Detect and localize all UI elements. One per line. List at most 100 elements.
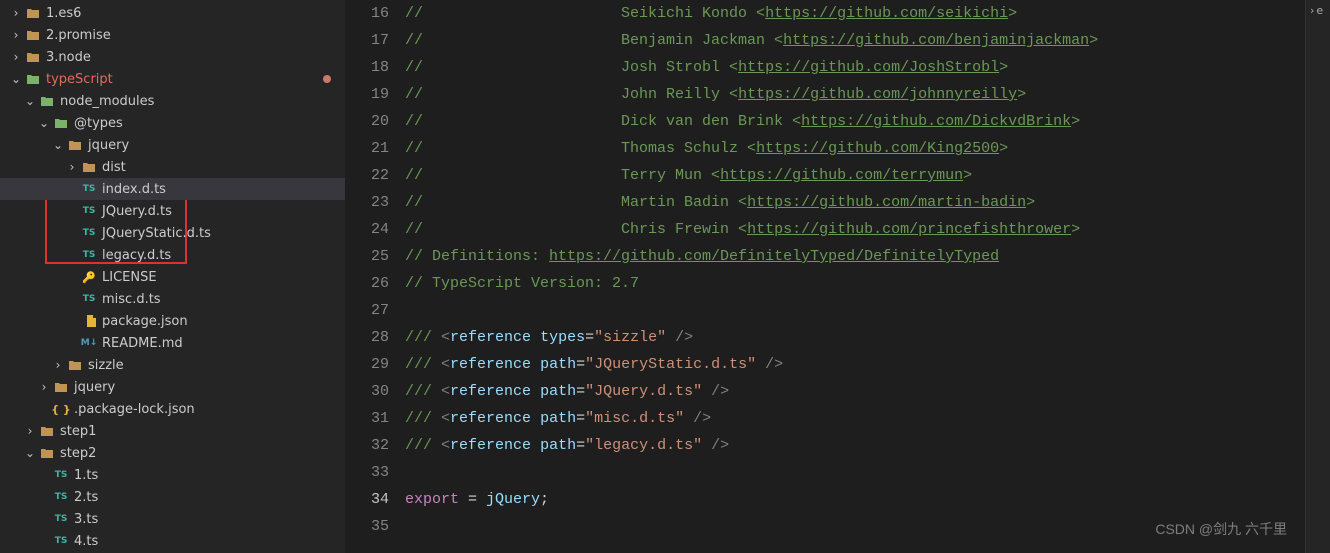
file-explorer[interactable]: › 1.es6 › 2.promise › 3.node ⌄ typeScript ⌄ node_…: [0, 0, 345, 553]
folder-icon: [52, 117, 70, 129]
code-line[interactable]: /// <reference path="JQueryStatic.d.ts" …: [405, 351, 1305, 378]
breadcrumb-text: e: [1316, 4, 1323, 17]
tree-item-2-ts[interactable]: ›TS2.ts: [0, 486, 345, 508]
code-line[interactable]: /// <reference path="JQuery.d.ts" />: [405, 378, 1305, 405]
chevron-right-icon: ›: [1310, 4, 1314, 17]
code-editor[interactable]: 1617181920212223242526272829303132333435…: [345, 0, 1305, 553]
json-icon: [80, 315, 98, 327]
tree-item-label: README.md: [102, 336, 183, 351]
tree-item-license[interactable]: ›🔑LICENSE: [0, 266, 345, 288]
line-gutter: 1617181920212223242526272829303132333435: [345, 0, 405, 553]
tree-item-label: .package-lock.json: [74, 402, 195, 417]
code-line[interactable]: // Dick van den Brink <https://github.co…: [405, 108, 1305, 135]
ts-icon: TS: [80, 206, 98, 216]
chevron-down-icon[interactable]: ⌄: [8, 72, 24, 86]
tree-item-label: 1.es6: [46, 6, 81, 21]
folder-icon: [24, 7, 42, 19]
tree-item-dist[interactable]: ›dist: [0, 156, 345, 178]
code-line[interactable]: // Definitions: https://github.com/Defin…: [405, 243, 1305, 270]
code-line[interactable]: /// <reference path="misc.d.ts" />: [405, 405, 1305, 432]
tree-item--types[interactable]: ⌄ @types: [0, 112, 345, 134]
chevron-down-icon[interactable]: ⌄: [22, 94, 38, 108]
code-line[interactable]: // John Reilly <https://github.com/johnn…: [405, 81, 1305, 108]
tree-item-step2[interactable]: ⌄step2: [0, 442, 345, 464]
chevron-right-icon[interactable]: ›: [8, 50, 24, 64]
tree-item-label: jquery: [88, 138, 129, 153]
modified-dot-icon: [323, 75, 331, 83]
code-line[interactable]: // Thomas Schulz <https://github.com/Kin…: [405, 135, 1305, 162]
tree-item-step1[interactable]: › step1: [0, 420, 345, 442]
folder-icon: [38, 425, 56, 437]
code-line[interactable]: // Seikichi Kondo <https://github.com/se…: [405, 0, 1305, 27]
key-icon: 🔑: [80, 271, 98, 284]
tree-item-2-promise[interactable]: › 2.promise: [0, 24, 345, 46]
tree-item-label: JQuery.d.ts: [102, 204, 172, 219]
{ }-icon: { }: [52, 403, 70, 416]
tree-item-legacy-d-ts[interactable]: ›TSlegacy.d.ts: [0, 244, 345, 266]
code-line[interactable]: /// <reference types="sizzle" />: [405, 324, 1305, 351]
code-line[interactable]: // TypeScript Version: 2.7: [405, 270, 1305, 297]
chevron-right-icon[interactable]: ›: [22, 424, 38, 438]
m↓-icon: M↓: [80, 338, 98, 348]
chevron-down-icon[interactable]: ⌄: [22, 446, 38, 460]
chevron-right-icon[interactable]: ›: [50, 358, 66, 372]
code-line[interactable]: /// <reference path="legacy.d.ts" />: [405, 432, 1305, 459]
folder-icon: [38, 447, 56, 459]
tree-item-label: @types: [74, 116, 123, 131]
code-line[interactable]: [405, 297, 1305, 324]
ts-icon: TS: [52, 470, 70, 480]
tree-item-label: 2.promise: [46, 28, 111, 43]
chevron-right-icon[interactable]: ›: [64, 160, 80, 174]
tree-item-3-ts[interactable]: ›TS3.ts: [0, 508, 345, 530]
watermark: CSDN @剑九 六千里: [1155, 516, 1287, 543]
folder-icon: [52, 381, 70, 393]
code-line[interactable]: // Josh Strobl <https://github.com/JoshS…: [405, 54, 1305, 81]
code-line[interactable]: // Benjamin Jackman <https://github.com/…: [405, 27, 1305, 54]
folder-icon: [24, 29, 42, 41]
folder-icon: [24, 51, 42, 63]
tree-item-1-ts[interactable]: ›TS1.ts: [0, 464, 345, 486]
tree-item-label: 3.node: [46, 50, 91, 65]
folder-icon: [66, 139, 84, 151]
tree-item-index-d-ts[interactable]: ›TSindex.d.ts: [0, 178, 345, 200]
chevron-right-icon[interactable]: ›: [8, 6, 24, 20]
tree-item-label: typeScript: [46, 72, 113, 87]
code-line[interactable]: // Martin Badin <https://github.com/mart…: [405, 189, 1305, 216]
code-line[interactable]: // Chris Frewin <https://github.com/prin…: [405, 216, 1305, 243]
ts-icon: TS: [52, 492, 70, 502]
tree-item-1-es6[interactable]: › 1.es6: [0, 2, 345, 24]
tree-item-jquerystatic-d-ts[interactable]: ›TSJQueryStatic.d.ts: [0, 222, 345, 244]
ts-icon: TS: [52, 514, 70, 524]
folder-icon: [80, 161, 98, 173]
tree-item-3-node[interactable]: › 3.node: [0, 46, 345, 68]
ts-icon: TS: [80, 294, 98, 304]
chevron-right-icon[interactable]: ›: [36, 380, 52, 394]
chevron-down-icon[interactable]: ⌄: [50, 138, 66, 152]
tree-item-jquery-d-ts[interactable]: ›TSJQuery.d.ts: [0, 200, 345, 222]
tree-item-node-modules[interactable]: ⌄ node_modules: [0, 90, 345, 112]
code-line[interactable]: [405, 459, 1305, 486]
tree-item-4-ts[interactable]: ›TS4.ts: [0, 530, 345, 552]
folder-icon: [66, 359, 84, 371]
tree-item-label: step1: [60, 424, 96, 439]
tree-item-misc-d-ts[interactable]: ›TSmisc.d.ts: [0, 288, 345, 310]
breadcrumb-panel[interactable]: › e: [1305, 0, 1330, 553]
tree-item-label: LICENSE: [102, 270, 157, 285]
tree-item-jquery[interactable]: ⌄ jquery: [0, 134, 345, 156]
tree-item-label: node_modules: [60, 94, 154, 109]
tree-item-jquery[interactable]: ›jquery: [0, 376, 345, 398]
tree-item-package-json[interactable]: ›package.json: [0, 310, 345, 332]
ts-icon: TS: [80, 250, 98, 260]
tree-item-label: 1.ts: [74, 468, 98, 483]
chevron-right-icon[interactable]: ›: [8, 28, 24, 42]
tree-item-label: JQueryStatic.d.ts: [102, 226, 211, 241]
code-line[interactable]: // Terry Mun <https://github.com/terrymu…: [405, 162, 1305, 189]
tree-item--package-lock-json[interactable]: ›{ }.package-lock.json: [0, 398, 345, 420]
tree-item-readme-md[interactable]: ›M↓README.md: [0, 332, 345, 354]
tree-item-sizzle[interactable]: ›sizzle: [0, 354, 345, 376]
tree-item-label: package.json: [102, 314, 188, 329]
tree-item-typescript[interactable]: ⌄ typeScript: [0, 68, 345, 90]
code-line[interactable]: export = jQuery;: [405, 486, 1305, 513]
code-content[interactable]: // Seikichi Kondo <https://github.com/se…: [405, 0, 1305, 553]
chevron-down-icon[interactable]: ⌄: [36, 116, 52, 130]
